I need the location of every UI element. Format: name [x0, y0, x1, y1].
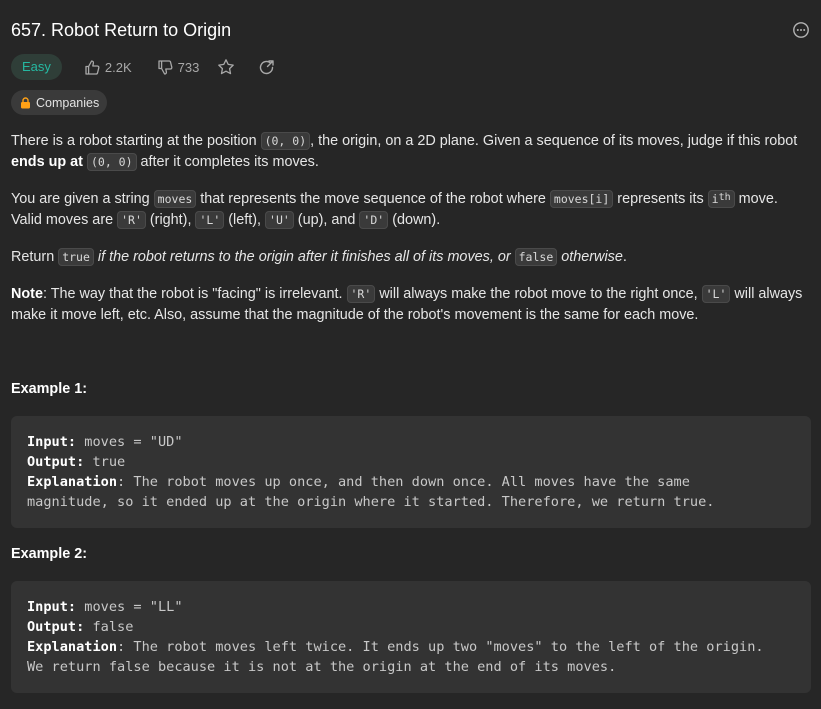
meta-row: Easy 2.2K 733 [11, 54, 275, 80]
output-value: true [84, 454, 126, 470]
inline-code: 'R' [117, 211, 146, 229]
text: : The way that the robot is "facing" is … [42, 286, 347, 302]
dislike-button[interactable]: 733 [157, 59, 200, 76]
bold-text: ends up at [11, 154, 83, 170]
companies-button[interactable]: Companies [11, 90, 108, 115]
title-row: 657. Robot Return to Origin [11, 17, 811, 43]
example-explanation-cont: magnitude, so it ended up at the origin … [27, 494, 715, 510]
example-input: Input: moves = "LL" [27, 597, 795, 617]
input-value: moves = "LL" [76, 599, 183, 615]
input-label: Input: [27, 434, 77, 450]
italic-text: if the robot returns to the origin after… [93, 249, 515, 265]
example-1-box: Input: moves = "UD" Output: true Explana… [11, 416, 811, 528]
text: You are given a string [11, 191, 154, 207]
dislike-count: 733 [177, 59, 200, 75]
output-label: Output: [27, 454, 85, 470]
text: after it completes its moves. [136, 154, 319, 170]
text: that represents the move sequence of the… [196, 191, 550, 207]
example-2-title: Example 2: [11, 546, 87, 562]
inline-code: 'D' [359, 211, 389, 229]
input-label: Input: [27, 599, 77, 615]
output-label: Output: [27, 619, 85, 635]
text: (right), [145, 212, 196, 228]
inline-code: 'U' [265, 211, 294, 229]
example-input: Input: moves = "UD" [27, 432, 795, 452]
inline-code: 'L' [701, 285, 731, 303]
text: Return [11, 249, 59, 265]
share-icon [260, 59, 275, 74]
more-circle-icon[interactable] [792, 21, 810, 39]
description-paragraph-4: Note: The way that the robot is "facing"… [11, 284, 811, 326]
inline-code: true [58, 248, 94, 266]
inline-code: 'L' [195, 211, 225, 229]
inline-code: 'R' [346, 285, 376, 303]
text: (up), and [293, 212, 360, 228]
like-count: 2.2K [104, 59, 132, 75]
input-value: moves = "UD" [76, 434, 183, 450]
text: represents its [613, 191, 708, 207]
text: , the origin, on a 2D plane. Given a seq… [310, 133, 798, 149]
text: (down). [388, 212, 441, 228]
example-explanation: Explanation: The robot moves left twice.… [27, 637, 795, 657]
text: will always make the robot move to the r… [375, 286, 702, 302]
superscript: th [718, 192, 731, 203]
inline-code: ith [707, 190, 735, 208]
share-button[interactable] [258, 59, 275, 76]
explanation-text: : The robot moves up once, and then down… [117, 474, 690, 490]
explanation-label: Explanation [27, 474, 118, 490]
example-output: Output: false [27, 617, 795, 637]
inline-code: (0, 0) [86, 153, 137, 171]
bold-text: Note [11, 286, 43, 302]
example-2-box: Input: moves = "LL" Output: false Explan… [11, 581, 811, 693]
text: (left), [224, 212, 266, 228]
difficulty-badge: Easy [11, 54, 62, 80]
example-explanation: Explanation: The robot moves up once, an… [27, 472, 795, 492]
inline-code: moves[i] [549, 190, 614, 208]
like-button[interactable]: 2.2K [84, 59, 132, 76]
inline-code: moves [153, 190, 197, 208]
example-1-title: Example 1: [11, 381, 87, 397]
favorite-button[interactable] [217, 58, 235, 76]
example-explanation-cont: We return false because it is not at the… [27, 659, 617, 675]
code-base: i [711, 192, 719, 206]
description-paragraph-2: You are given a string moves that repres… [11, 189, 811, 231]
companies-label: Companies [36, 95, 100, 110]
explanation-text: : The robot moves left twice. It ends up… [117, 639, 764, 655]
example-output: Output: true [27, 452, 795, 472]
italic-text: otherwise [561, 249, 623, 265]
inline-code: (0, 0) [260, 132, 311, 150]
lock-icon [21, 96, 30, 108]
output-value: false [84, 619, 134, 635]
problem-title[interactable]: 657. Robot Return to Origin [11, 17, 811, 43]
explanation-label: Explanation [27, 639, 118, 655]
text: There is a robot starting at the positio… [11, 133, 261, 149]
description-paragraph-3: Return true if the robot returns to the … [11, 248, 627, 266]
star-icon [218, 59, 235, 75]
description-paragraph-1: There is a robot starting at the positio… [11, 131, 811, 173]
thumbs-up-icon [85, 59, 100, 75]
inline-code: false [514, 248, 558, 266]
thumbs-down-icon [158, 59, 173, 75]
problem-description-panel: 657. Robot Return to Origin Easy 2.2K 73… [0, 0, 821, 709]
